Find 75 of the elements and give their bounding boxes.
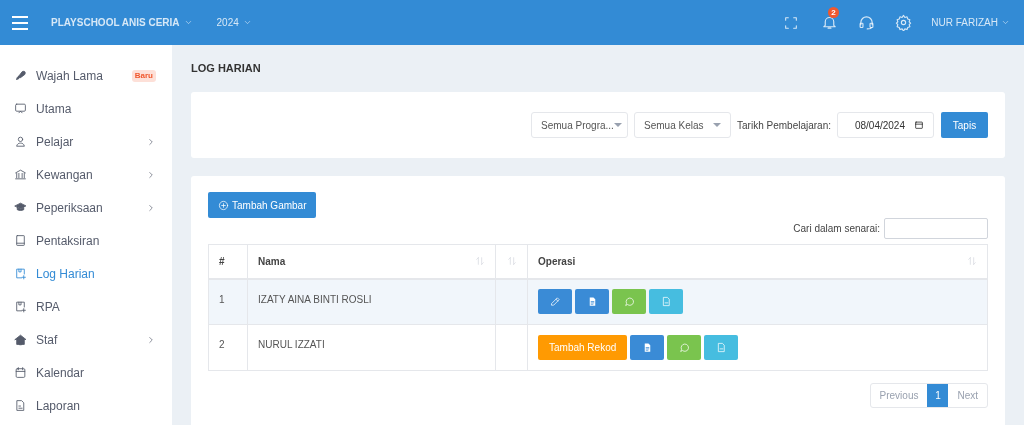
chevron-down-icon [1001,18,1010,27]
chat-icon [623,296,635,308]
search-field[interactable] [884,218,988,239]
sidebar-item[interactable]: Kalendar [0,356,172,389]
program-dropdown[interactable]: Semua Progra... [531,112,629,138]
caret-icon [613,123,622,127]
filter-button[interactable]: Tapis [941,112,988,138]
document-button[interactable] [649,289,683,315]
sidebar-item[interactable]: Pelajar [0,125,172,158]
column-header[interactable]: Nama [247,244,496,279]
calendar-icon [914,120,924,130]
clipboard-plus-icon [14,267,27,280]
sidebar-item[interactable]: Kewangan [0,158,172,191]
sidebar-item[interactable]: Wajah Lama Baru [0,59,172,92]
sidebar-label: Staf [36,331,59,349]
sidebar-label: Pentaksiran [36,232,101,250]
chevron-down-icon [242,18,252,27]
table-cell: 2 [208,324,248,371]
document-icon [715,342,727,353]
sidebar-label: Peperiksaan [36,199,104,217]
sidebar-label: Laporan [36,397,82,415]
fullscreen-icon[interactable] [783,14,800,31]
sidebar-item[interactable]: Utama [0,92,172,125]
document-icon [660,296,672,308]
sidebar-label: Kewangan [36,166,94,184]
settings-icon[interactable] [895,14,913,31]
report-button[interactable] [575,289,609,315]
date-label: Tarikh Pembelajaran: [737,118,831,133]
menu-icon[interactable] [12,15,28,30]
calendar-icon [14,366,27,379]
add-picture-button[interactable]: Tambah Gambar [208,192,317,218]
sidebar-item[interactable]: Laporan [0,389,172,422]
plus-circle-icon [218,199,229,211]
headset-icon[interactable] [858,14,876,31]
edit-button[interactable] [538,289,572,315]
clipboard-plus-icon [14,300,27,313]
table-cell: 1 [208,278,248,325]
sidebar-item[interactable]: Peperiksaan [0,191,172,224]
column-header[interactable]: Operasi [527,244,988,279]
class-dropdown[interactable]: Semua Kelas [634,112,732,138]
document-button[interactable] [704,335,739,360]
sidebar-label: Kalendar [36,364,86,382]
chat-button[interactable] [667,335,702,360]
sidebar-label: Log Harian [36,265,96,283]
new-badge: Baru [131,69,156,82]
chevron-down-icon [183,18,193,27]
page-button[interactable]: 1 [927,384,949,407]
document-icon [14,399,27,412]
sidebar-label: RPA [36,298,61,316]
table-cell: IZATY AINA BINTI ROSLI [247,278,496,325]
chat-button[interactable] [612,289,646,315]
report-button[interactable] [630,335,665,360]
bank-icon [14,168,27,181]
house-icon [14,333,27,346]
sidebar-label: Pelajar [36,133,75,151]
edit-icon [549,296,561,308]
sidebar-item[interactable]: Log Harian [0,257,172,290]
column-header: # [208,244,248,279]
notification-badge: 2 [828,7,839,18]
page-title: LOG HARIAN [191,61,261,77]
user-icon [14,135,27,148]
sidebar-item[interactable]: RPA [0,290,172,323]
date-field[interactable]: 08/04/2024 [837,112,934,138]
table-cell: NURUL IZZATI [247,324,496,371]
monitor-icon [14,102,27,115]
sidebar-label: Utama [36,100,73,118]
graduation-cap-icon [14,201,27,214]
caret-icon [713,123,722,127]
book-icon [14,234,27,247]
sidebar-item[interactable]: Pentaksiran [0,224,172,257]
notification-icon[interactable] [821,14,839,31]
chat-icon [678,342,690,353]
search-label: Cari dalam senarai: [793,222,880,236]
sidebar-label: Wajah Lama [36,67,104,85]
sidebar-item[interactable]: Staf [0,323,172,356]
